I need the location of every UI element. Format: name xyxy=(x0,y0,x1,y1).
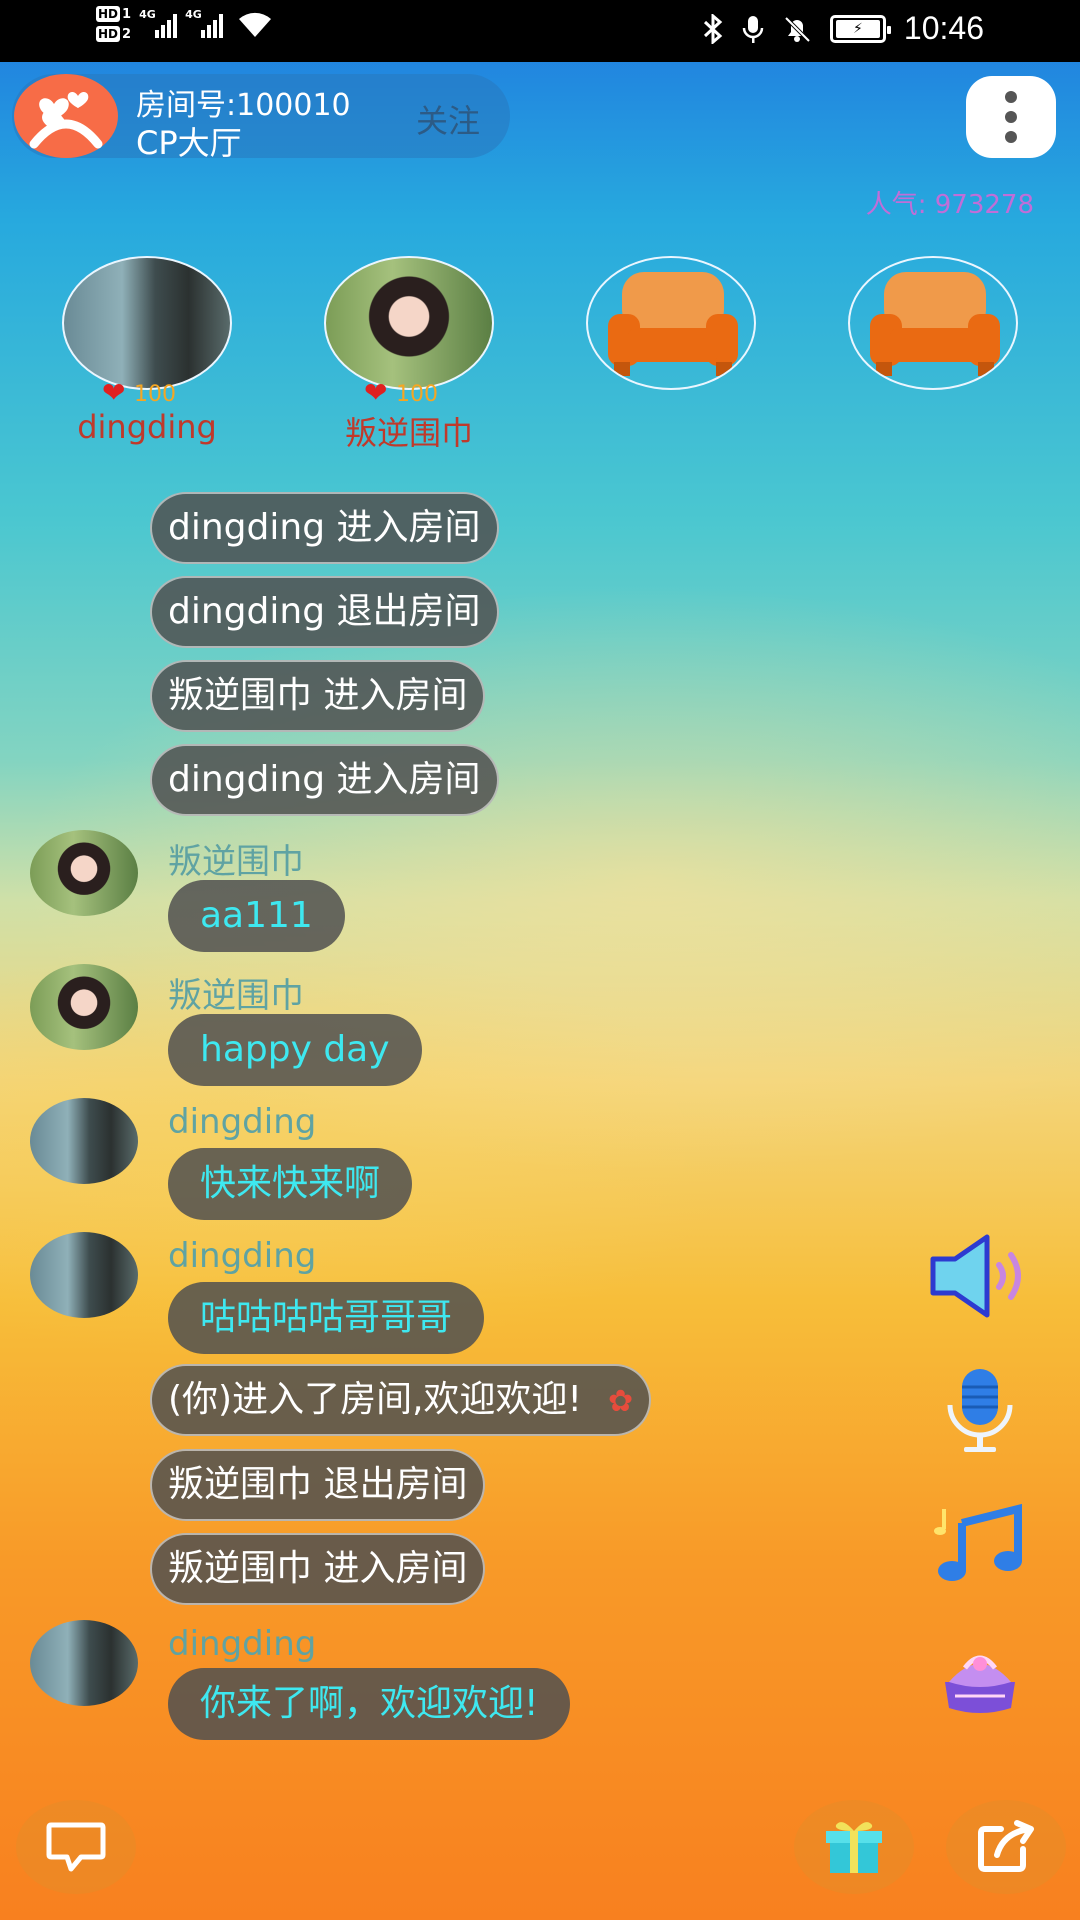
seat-likes: ❤ 100 xyxy=(324,376,494,409)
seat-2[interactable]: ❤ 100 叛逆围巾 xyxy=(324,256,494,454)
dot-icon xyxy=(1005,111,1017,123)
chat-username: dingding xyxy=(168,1236,317,1276)
wifi-icon xyxy=(239,12,272,37)
empty-seat[interactable] xyxy=(586,256,756,390)
chat-bubble: happy day xyxy=(168,1014,422,1086)
chat-bubble: aa111 xyxy=(168,880,345,952)
system-message: dingding 进入房间 xyxy=(150,744,499,816)
status-right: ⚡ 10:46 xyxy=(702,10,984,47)
chat-username: dingding xyxy=(168,1102,317,1142)
welcome-message: (你)进入了房间,欢迎欢迎! ✿ xyxy=(150,1364,652,1436)
chat-username: 叛逆围巾 xyxy=(168,842,304,882)
gift-box-icon xyxy=(945,1655,1015,1713)
flower-icon: ✿ xyxy=(607,1384,634,1419)
sofa-icon xyxy=(870,272,1000,376)
heart-icon: ❤ xyxy=(102,376,126,409)
clock: 10:46 xyxy=(903,10,984,46)
bluetooth-icon xyxy=(703,13,723,44)
chat-icon xyxy=(46,1822,106,1872)
seat-avatar[interactable] xyxy=(324,256,494,390)
popularity-count: 人气: 973278 xyxy=(865,190,1034,220)
chat-username: dingding xyxy=(168,1624,317,1664)
hd-num: 2 xyxy=(122,26,132,42)
likes-count: 100 xyxy=(134,382,176,407)
system-message: 叛逆围巾 进入房间 xyxy=(150,1533,486,1605)
system-message: 叛逆围巾 进入房间 xyxy=(150,660,486,732)
more-options-button[interactable] xyxy=(966,76,1056,158)
hd-num: 1 xyxy=(122,6,132,22)
room-logo xyxy=(14,74,118,158)
seat-name: dingding xyxy=(77,408,217,446)
room-name: CP大厅 xyxy=(136,124,242,162)
mic-icon xyxy=(742,15,764,43)
sofa-icon xyxy=(608,272,738,376)
chat-bubble: 你来了啊，欢迎欢迎! xyxy=(168,1668,571,1740)
heart-icon: ❤ xyxy=(364,376,388,409)
signal-icon-1: 4G xyxy=(139,8,178,38)
status-left: HD 1 HD 2 4G 4G xyxy=(96,6,275,42)
speaker-icon xyxy=(930,1234,1021,1318)
music-button[interactable] xyxy=(920,1494,1040,1594)
chat-avatar[interactable] xyxy=(30,1232,138,1318)
status-bar: HD 1 HD 2 4G 4G ⚡ 10:46 xyxy=(0,0,1080,62)
chat-bubble: 快来快来啊 xyxy=(168,1148,413,1220)
signal-icon-2: 4G xyxy=(185,8,224,38)
microphone-icon xyxy=(947,1369,1013,1452)
seat-avatar[interactable] xyxy=(62,256,232,390)
network-type: 4G xyxy=(185,8,202,21)
seat-4-empty[interactable] xyxy=(848,256,1018,390)
seat-1[interactable]: ❤ 100 dingding xyxy=(62,256,232,446)
likes-count: 100 xyxy=(396,382,438,407)
hd-indicator-2: HD 2 xyxy=(96,26,131,42)
hd-indicator-1: HD 1 xyxy=(96,6,131,22)
network-type: 4G xyxy=(139,8,156,21)
seat-name: 叛逆围巾 xyxy=(344,414,473,452)
share-button[interactable] xyxy=(946,1800,1066,1894)
welcome-text: (你)进入了房间,欢迎欢迎! xyxy=(168,1379,582,1420)
follow-button[interactable]: 关注 xyxy=(416,96,480,142)
gift-button[interactable] xyxy=(794,1800,914,1894)
system-message: dingding 退出房间 xyxy=(150,576,499,648)
battery-icon: ⚡ xyxy=(829,14,891,43)
speaker-button[interactable] xyxy=(920,1226,1040,1326)
share-icon xyxy=(978,1820,1034,1872)
chat-username: 叛逆围巾 xyxy=(168,976,304,1016)
chat-avatar[interactable] xyxy=(30,964,138,1050)
mute-bell-icon xyxy=(784,16,811,42)
microphone-button[interactable] xyxy=(920,1360,1040,1460)
dot-icon xyxy=(1005,91,1017,103)
system-message: 叛逆围巾 退出房间 xyxy=(150,1449,486,1521)
room-header[interactable]: 房间号:100010 CP大厅 关注 xyxy=(12,74,510,162)
hd-label: HD xyxy=(96,26,121,42)
gift-icon xyxy=(826,1822,882,1873)
gift-box-button[interactable] xyxy=(920,1628,1040,1728)
chat-avatar[interactable] xyxy=(30,1620,138,1706)
chat-input-button[interactable] xyxy=(16,1800,136,1894)
music-icon xyxy=(934,1503,1022,1581)
seat-3-empty[interactable] xyxy=(586,256,756,390)
hearts-logo-icon xyxy=(29,92,103,149)
chat-avatar[interactable] xyxy=(30,830,138,916)
empty-seat[interactable] xyxy=(848,256,1018,390)
chat-bubble: 咕咕咕咕哥哥哥 xyxy=(168,1282,485,1354)
system-message: dingding 进入房间 xyxy=(150,492,499,564)
seat-likes: ❤ 100 xyxy=(62,376,232,409)
dot-icon xyxy=(1005,131,1017,143)
chat-avatar[interactable] xyxy=(30,1098,138,1184)
hd-indicators: HD 1 HD 2 xyxy=(96,6,131,42)
hd-label: HD xyxy=(96,6,121,22)
